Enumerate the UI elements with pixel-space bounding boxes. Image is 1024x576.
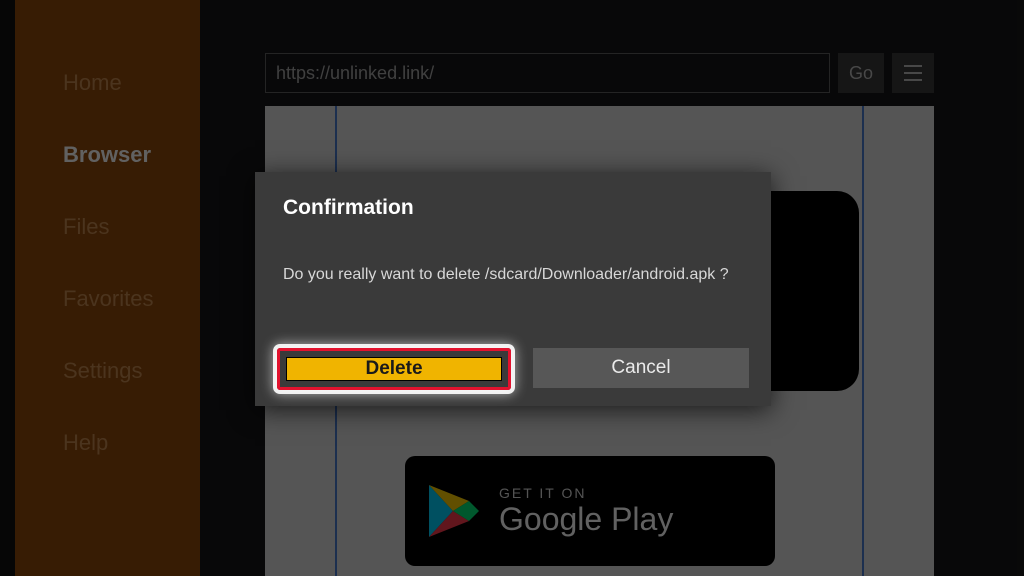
confirmation-dialog: Confirmation Do you really want to delet…: [255, 172, 771, 406]
dialog-button-row: Delete Cancel: [277, 348, 749, 390]
dialog-message: Do you really want to delete /sdcard/Dow…: [255, 220, 771, 284]
app-root: Home Browser Files Favorites Settings He…: [0, 0, 1024, 576]
delete-button[interactable]: Delete: [286, 357, 502, 381]
dialog-title: Confirmation: [255, 172, 771, 220]
cancel-button[interactable]: Cancel: [533, 348, 749, 388]
delete-button-focus-ring: Delete: [277, 348, 511, 390]
